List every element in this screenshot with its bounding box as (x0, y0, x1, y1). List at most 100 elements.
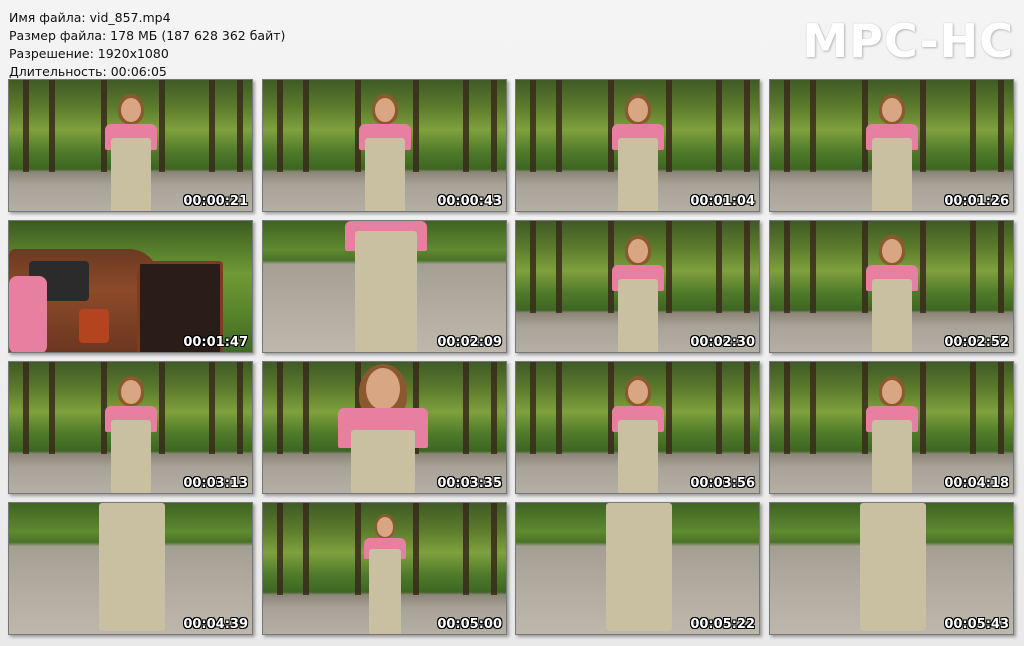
tree-trunk (237, 362, 243, 454)
video-thumbnail[interactable]: 00:01:04 (515, 79, 760, 212)
video-thumbnail[interactable]: 00:02:09 (262, 220, 507, 353)
video-thumbnail[interactable]: 00:00:21 (8, 79, 253, 212)
tree-trunk (744, 80, 750, 172)
person-head (882, 239, 902, 263)
tree-trunk (303, 503, 309, 595)
tree-trunk (920, 80, 926, 172)
video-thumbnail[interactable]: 00:03:13 (8, 361, 253, 494)
video-thumbnail[interactable]: 00:02:52 (769, 220, 1014, 353)
person-overalls (369, 549, 401, 634)
person-head (375, 98, 395, 122)
tree-trunk (413, 503, 419, 595)
video-thumbnail[interactable]: 00:02:30 (515, 220, 760, 353)
person-overalls (872, 420, 912, 493)
tree-trunk (463, 503, 469, 595)
video-thumbnail[interactable]: 00:05:22 (515, 502, 760, 635)
tree-trunk (784, 221, 790, 313)
tree-trunk (159, 362, 165, 454)
video-thumbnail[interactable]: 00:03:35 (262, 361, 507, 494)
file-name: Имя файла: vid_857.mp4 (9, 10, 171, 25)
tree-trunk (463, 362, 469, 454)
video-thumbnail[interactable]: 00:03:56 (515, 361, 760, 494)
tree-trunk (556, 221, 562, 313)
tree-trunk (920, 221, 926, 313)
video-thumbnail[interactable]: 00:01:47 (8, 220, 253, 353)
video-thumbnail[interactable]: 00:04:18 (769, 361, 1014, 494)
video-thumbnail[interactable]: 00:00:43 (262, 79, 507, 212)
timestamp: 00:01:47 (183, 335, 248, 350)
tree-trunk (491, 503, 497, 595)
timestamp: 00:02:52 (944, 335, 1009, 350)
tree-trunk (209, 80, 215, 172)
thumbnail-frame (9, 362, 252, 493)
person-overalls (618, 420, 658, 493)
tree-trunk (666, 362, 672, 454)
video-thumbnail[interactable]: 00:04:39 (8, 502, 253, 635)
tree-trunk (998, 80, 1004, 172)
thumbnail-frame (9, 221, 252, 352)
video-thumbnail[interactable]: 00:05:43 (769, 502, 1014, 635)
tree-trunk (556, 80, 562, 172)
tree-trunk (530, 362, 536, 454)
timestamp: 00:05:22 (690, 617, 755, 632)
tree-trunk (970, 221, 976, 313)
person-overalls (99, 503, 165, 631)
tree-trunk (463, 80, 469, 172)
person-head (377, 517, 393, 537)
tree-trunk (491, 80, 497, 172)
tree-trunk (277, 503, 283, 595)
person-head (366, 368, 400, 410)
tree-trunk (784, 362, 790, 454)
tree-trunk (998, 362, 1004, 454)
tree-trunk (277, 362, 283, 454)
tree-trunk (810, 362, 816, 454)
timestamp: 00:04:18 (944, 476, 1009, 491)
tree-trunk (716, 221, 722, 313)
thumbnail-frame (770, 221, 1013, 352)
person-head (882, 98, 902, 122)
resolution: Разрешение: 1920x1080 (9, 46, 169, 61)
person-overalls (618, 138, 658, 211)
tree-trunk (810, 80, 816, 172)
thumbnail-frame (263, 362, 506, 493)
tree-trunk (744, 221, 750, 313)
tree-trunk (23, 362, 29, 454)
thumbnail-frame (516, 362, 759, 493)
video-thumbnail[interactable]: 00:01:26 (769, 79, 1014, 212)
person-overalls (618, 279, 658, 352)
tree-trunk (237, 80, 243, 172)
tree-trunk (970, 362, 976, 454)
tree-trunk (355, 503, 361, 595)
person-overalls (111, 138, 151, 211)
timestamp: 00:00:43 (437, 194, 502, 209)
person-head (628, 98, 648, 122)
tree-trunk (159, 80, 165, 172)
thumbnail-frame (263, 503, 506, 634)
app-logo: MPC-HC (802, 14, 1014, 68)
tree-trunk (666, 80, 672, 172)
thumbnail-frame (9, 503, 252, 634)
video-thumbnail[interactable]: 00:05:00 (262, 502, 507, 635)
timestamp: 00:02:30 (690, 335, 755, 350)
person-overalls (355, 231, 417, 352)
person-head (628, 239, 648, 263)
timestamp: 00:01:26 (944, 194, 1009, 209)
thumbnail-frame (770, 80, 1013, 211)
timestamp: 00:05:00 (437, 617, 502, 632)
tree-trunk (970, 80, 976, 172)
tree-trunk (556, 362, 562, 454)
tree-trunk (49, 362, 55, 454)
car-taillight (79, 309, 109, 343)
tree-trunk (277, 80, 283, 172)
timestamp: 00:04:39 (183, 617, 248, 632)
person-head (121, 380, 141, 404)
thumbnail-frame (516, 80, 759, 211)
tree-trunk (49, 80, 55, 172)
tree-trunk (784, 80, 790, 172)
tree-trunk (23, 80, 29, 172)
timestamp: 00:02:09 (437, 335, 502, 350)
person-head (882, 380, 902, 404)
tree-trunk (744, 362, 750, 454)
thumbnail-frame (516, 221, 759, 352)
person-overalls (860, 503, 926, 631)
